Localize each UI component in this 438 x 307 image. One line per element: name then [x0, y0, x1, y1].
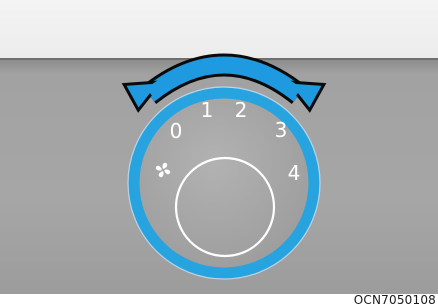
position-label-0: 0 — [170, 119, 183, 143]
position-label-4: 4 — [288, 161, 301, 185]
position-label-1: 1 — [201, 98, 214, 122]
fan-speed-diagram: 0 1 2 3 4 — [121, 53, 327, 280]
illustration: 0 1 2 3 4 OCN7050108 — [0, 0, 438, 307]
reference-code: OCN7050108 — [353, 293, 436, 307]
position-label-2: 2 — [235, 98, 248, 122]
position-label-3: 3 — [275, 118, 288, 142]
